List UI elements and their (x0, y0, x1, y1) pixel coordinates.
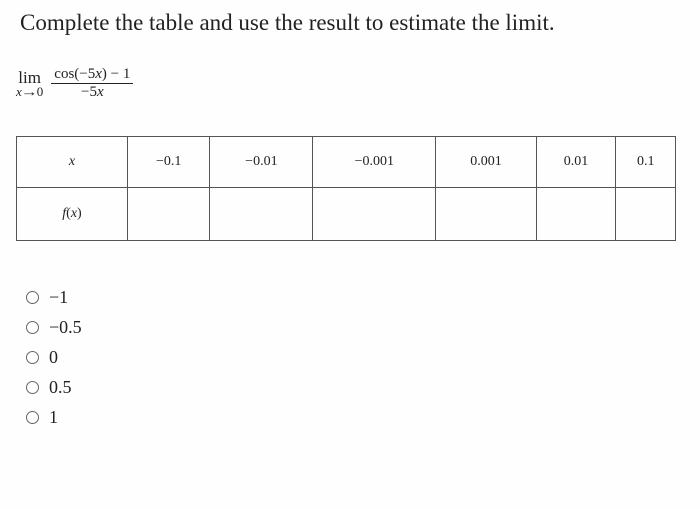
fx-cell-3[interactable] (436, 188, 536, 241)
x-cell-4: 0.01 (536, 137, 616, 188)
fx-cell-5[interactable] (616, 188, 676, 241)
x-cell-3: 0.001 (436, 137, 536, 188)
answer-options: −1 −0.5 0 0.5 1 (26, 287, 680, 428)
option-label: −0.5 (49, 317, 82, 338)
radio-icon (26, 381, 39, 394)
radio-icon (26, 411, 39, 424)
header-x: x (17, 137, 128, 188)
denominator: −5x (78, 84, 107, 101)
fraction: cos(−5x) − 1 −5x (51, 66, 133, 100)
radio-icon (26, 321, 39, 334)
option-4[interactable]: 1 (26, 407, 680, 428)
option-label: 1 (49, 407, 58, 428)
limit-expression: lim x→0 cos(−5x) − 1 −5x (16, 66, 133, 100)
radio-icon (26, 291, 39, 304)
den-part-b: x (97, 84, 104, 100)
option-label: 0.5 (49, 377, 72, 398)
option-1[interactable]: −0.5 (26, 317, 680, 338)
fx-cell-2[interactable] (313, 188, 436, 241)
fx-d: ) (77, 206, 82, 221)
table-row-x: x −0.1 −0.01 −0.001 0.001 0.01 0.1 (17, 137, 676, 188)
option-0[interactable]: −1 (26, 287, 680, 308)
den-part-a: −5 (81, 84, 97, 100)
x-cell-5: 0.1 (616, 137, 676, 188)
num-part-a: cos( (54, 66, 79, 82)
table-row-fx: f(x) (17, 188, 676, 241)
x-cell-0: −0.1 (128, 137, 210, 188)
num-part-d: ) − 1 (102, 66, 130, 82)
fx-cell-4[interactable] (536, 188, 616, 241)
num-part-c: x (95, 66, 102, 82)
header-fx: f(x) (17, 188, 128, 241)
option-2[interactable]: 0 (26, 347, 680, 368)
fx-cell-1[interactable] (210, 188, 313, 241)
lim-operator: lim x→0 (16, 69, 43, 98)
lim-arrow: → (21, 85, 38, 98)
option-3[interactable]: 0.5 (26, 377, 680, 398)
num-part-b: −5 (79, 66, 95, 82)
question-prompt: Complete the table and use the result to… (20, 10, 680, 36)
option-label: −1 (49, 287, 68, 308)
fx-cell-0[interactable] (128, 188, 210, 241)
radio-icon (26, 351, 39, 364)
numerator: cos(−5x) − 1 (51, 66, 133, 83)
lim-subscript: x→0 (16, 85, 43, 98)
header-x-label: x (69, 154, 75, 169)
x-cell-1: −0.01 (210, 137, 313, 188)
x-cell-2: −0.001 (313, 137, 436, 188)
value-table: x −0.1 −0.01 −0.001 0.001 0.01 0.1 f(x) (16, 136, 676, 241)
option-label: 0 (49, 347, 58, 368)
